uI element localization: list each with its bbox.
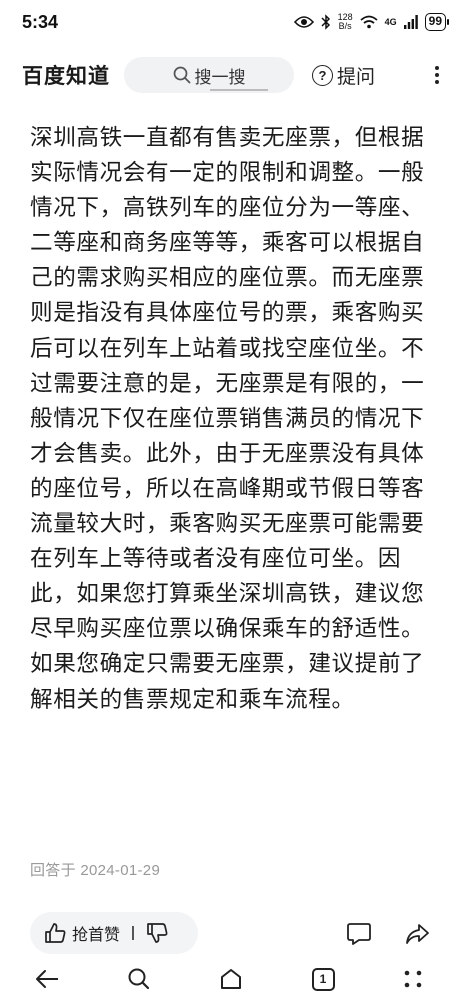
status-icons: 128 B/s 4G 99	[293, 13, 450, 31]
clipped-header-text: ━━━━━━━━	[210, 89, 268, 97]
question-icon: ?	[312, 64, 333, 86]
search-placeholder: 搜一搜	[194, 67, 246, 88]
status-bar: 5:34 128 B/s 4G 99	[0, 0, 460, 44]
search-icon	[128, 968, 150, 990]
menu-button[interactable]	[398, 964, 428, 994]
answer-body: 深圳高铁一直都有售卖无座票，但根据实际情况会有一定的限制和调整。一般情况下，高铁…	[30, 125, 425, 713]
network-type: 4G	[384, 17, 397, 27]
more-menu-icon[interactable]	[430, 66, 444, 84]
search-nav-button[interactable]	[124, 964, 154, 994]
upvote-label[interactable]: 抢首赞	[72, 921, 120, 945]
back-arrow-icon	[36, 970, 58, 988]
vote-divider	[132, 926, 134, 940]
home-button[interactable]	[216, 964, 246, 994]
thumbs-down-icon[interactable]	[146, 922, 168, 944]
back-button[interactable]	[32, 964, 62, 994]
vote-pill: 抢首赞	[30, 912, 198, 954]
grid-dots-icon	[404, 970, 422, 988]
search-box[interactable]: 搜一搜	[124, 57, 294, 93]
network-speed: 128 B/s	[338, 13, 353, 31]
wifi-icon	[360, 15, 378, 29]
share-icon[interactable]	[404, 921, 430, 947]
thumbs-up-icon[interactable]	[44, 922, 66, 944]
eye-icon	[293, 16, 314, 28]
comment-icon[interactable]	[346, 921, 372, 947]
answer-date: 回答于 2024-01-29	[30, 862, 161, 879]
bluetooth-icon	[321, 14, 330, 30]
tab-count: 1	[311, 967, 335, 991]
signal-icon	[403, 15, 418, 29]
browser-nav-bar: 1	[0, 956, 460, 1002]
search-icon	[173, 66, 190, 84]
answer-actions: 抢首赞	[0, 912, 460, 956]
tabs-button[interactable]: 1	[308, 964, 338, 994]
network-speed-unit: B/s	[338, 21, 352, 31]
status-time: 5:34	[22, 11, 59, 32]
ask-button[interactable]: ? 提问	[312, 62, 375, 89]
battery-indicator: 99	[424, 13, 450, 31]
home-icon	[221, 969, 241, 989]
ask-label: 提问	[337, 65, 376, 88]
brand-logo[interactable]: 百度知道	[22, 60, 110, 90]
